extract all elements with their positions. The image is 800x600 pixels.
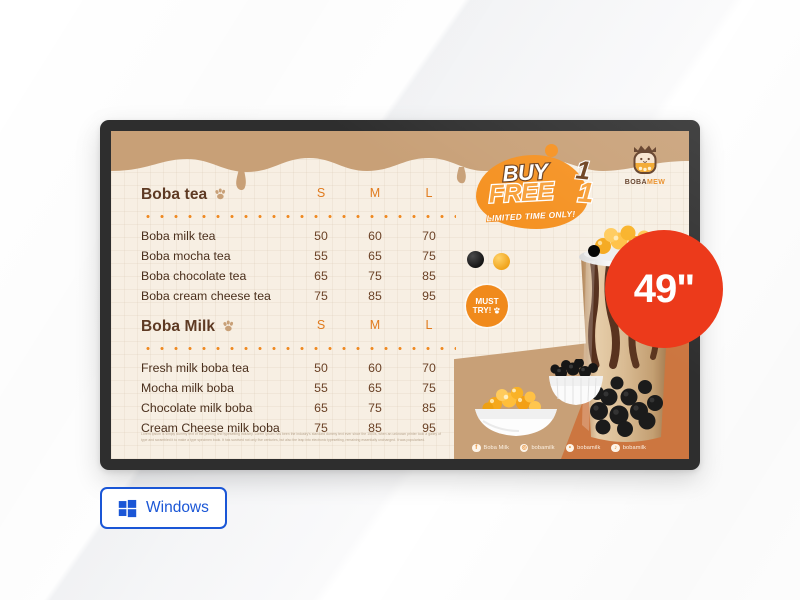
cat-boba-cup-logo-icon xyxy=(633,145,657,174)
menu-item-name: Chocolate milk boba xyxy=(141,401,253,415)
paw-print-icon xyxy=(493,307,501,314)
instagram-icon: ◎ xyxy=(519,443,529,452)
menu-section-boba-milk: Boba Milk S M L Fresh milk boba tea 50 6… xyxy=(141,318,456,438)
promo-accent-dot xyxy=(545,144,558,157)
price-m: 75 xyxy=(368,401,382,415)
price-l: 85 xyxy=(422,269,436,283)
menu-item-row: Boba mocha tea 55 65 75 xyxy=(141,246,456,266)
section-header: Boba Milk S M L xyxy=(141,318,456,340)
must-try-stamp: MUST TRY! xyxy=(466,285,508,327)
must-try-line-2: TRY! xyxy=(472,306,492,315)
brand-name: BOBAMEW xyxy=(619,179,671,186)
menu-item-prices: 65 75 85 xyxy=(294,269,456,283)
social-item[interactable]: ◎ bobamilk xyxy=(519,443,555,452)
menu-section-boba-tea: Boba tea S M L Boba milk tea 50 60 70 Bo… xyxy=(141,186,456,306)
menu-item-prices: 65 75 85 xyxy=(294,401,456,415)
menu-item-prices: 50 60 70 xyxy=(294,229,456,243)
dotted-divider xyxy=(141,215,456,218)
size-header-l: L xyxy=(425,318,433,332)
menu-item-name: Boba milk tea xyxy=(141,229,216,243)
menu-item-name: Fresh milk boba tea xyxy=(141,361,249,375)
menu-item-prices: 55 65 75 xyxy=(294,249,456,263)
price-m: 85 xyxy=(368,289,382,303)
section-header: Boba tea S M L xyxy=(141,186,456,208)
size-column-headers: S M L xyxy=(294,318,456,332)
social-handle: bobamilk xyxy=(531,444,555,451)
price-m: 60 xyxy=(368,361,382,375)
promo-number-bottom: 1 xyxy=(576,175,596,210)
dotted-divider xyxy=(141,347,456,350)
brand-name-part-2: MEW xyxy=(646,179,666,186)
social-handle: Boba Milk xyxy=(483,444,509,451)
price-l: 70 xyxy=(422,229,436,243)
size-column-headers: S M L xyxy=(294,186,456,200)
social-handle: bobamilk xyxy=(577,444,601,451)
tiktok-icon: ♪ xyxy=(611,443,620,452)
boba-menu-board: Boba tea S M L Boba milk tea 50 60 70 Bo… xyxy=(111,131,689,459)
menu-item-prices: 55 65 75 xyxy=(294,381,456,395)
price-s: 65 xyxy=(314,401,328,415)
social-item[interactable]: • bobamilk xyxy=(565,443,601,452)
price-s: 50 xyxy=(314,361,328,375)
paw-print-icon xyxy=(214,187,227,200)
menu-item-prices: 50 60 70 xyxy=(294,361,456,375)
price-s: 65 xyxy=(314,269,328,283)
price-s: 75 xyxy=(314,289,328,303)
menu-item-row: Fresh milk boba tea 50 60 70 xyxy=(141,358,456,378)
menu-item-row: Boba milk tea 50 60 70 xyxy=(141,226,456,246)
must-try-line-2-wrap: TRY! xyxy=(473,306,502,315)
menu-item-row: Mocha milk boba 55 65 75 xyxy=(141,378,456,398)
windows-label: Windows xyxy=(146,499,209,516)
section-title: Boba tea xyxy=(141,186,208,203)
price-s: 55 xyxy=(314,249,328,263)
price-m: 60 xyxy=(368,229,382,243)
price-l: 85 xyxy=(422,401,436,415)
windows-os-badge: Windows xyxy=(100,487,227,529)
menu-item-name: Mocha milk boba xyxy=(141,381,234,395)
bowl-of-popping-boba-photo xyxy=(475,387,557,436)
windows-logo-icon xyxy=(118,499,137,517)
menu-item-row: Boba chocolate tea 65 75 85 xyxy=(141,266,456,286)
size-header-s: S xyxy=(316,318,326,332)
menu-item-row: Boba cream cheese tea 75 85 95 xyxy=(141,286,456,306)
brand-logo: BOBAMEW xyxy=(619,143,671,186)
price-s: 50 xyxy=(314,229,328,243)
price-m: 65 xyxy=(368,249,382,263)
menu-item-name: Boba chocolate tea xyxy=(141,269,247,283)
size-header-s: S xyxy=(316,186,326,200)
menu-sections: Boba tea S M L Boba milk tea 50 60 70 Bo… xyxy=(141,186,456,450)
price-l: 75 xyxy=(422,249,436,263)
fineprint-text: Lorem Ipsum is simply dummy text of the … xyxy=(141,432,441,443)
social-media-row: f Boba Milk ◎ bobamilk • bobamilk ♪ boba… xyxy=(472,443,647,452)
social-handle: bobamilk xyxy=(622,444,647,451)
twitter-icon: • xyxy=(565,443,575,452)
screen-size-label: 49" xyxy=(633,266,695,311)
black-tapioca-pearl-icon xyxy=(467,251,484,268)
section-title: Boba Milk xyxy=(141,318,216,335)
must-try-line-1: MUST xyxy=(475,296,499,306)
social-item[interactable]: ♪ bobamilk xyxy=(611,443,647,452)
price-l: 70 xyxy=(422,361,436,375)
menu-item-prices: 75 85 95 xyxy=(294,289,456,303)
size-header-m: M xyxy=(369,318,381,332)
brand-name-part-1: BOBA xyxy=(624,179,647,186)
orange-popping-boba-icon xyxy=(493,253,510,270)
screen-size-badge: 49" xyxy=(605,230,723,348)
price-m: 65 xyxy=(368,381,382,395)
menu-item-row: Chocolate milk boba 65 75 85 xyxy=(141,398,456,418)
menu-item-name: Boba cream cheese tea xyxy=(141,289,271,303)
size-header-m: M xyxy=(369,186,381,200)
price-l: 95 xyxy=(422,289,436,303)
monitor-screen: Boba tea S M L Boba milk tea 50 60 70 Bo… xyxy=(111,131,689,459)
size-header-l: L xyxy=(425,186,433,200)
price-s: 55 xyxy=(314,381,328,395)
price-m: 75 xyxy=(368,269,382,283)
price-l: 75 xyxy=(422,381,436,395)
menu-item-name: Boba mocha tea xyxy=(141,249,231,263)
facebook-icon: f xyxy=(472,443,481,452)
screenshot-canvas: Boba tea S M L Boba milk tea 50 60 70 Bo… xyxy=(0,0,800,600)
paw-print-icon xyxy=(222,319,235,332)
social-item[interactable]: f Boba Milk xyxy=(472,443,509,452)
